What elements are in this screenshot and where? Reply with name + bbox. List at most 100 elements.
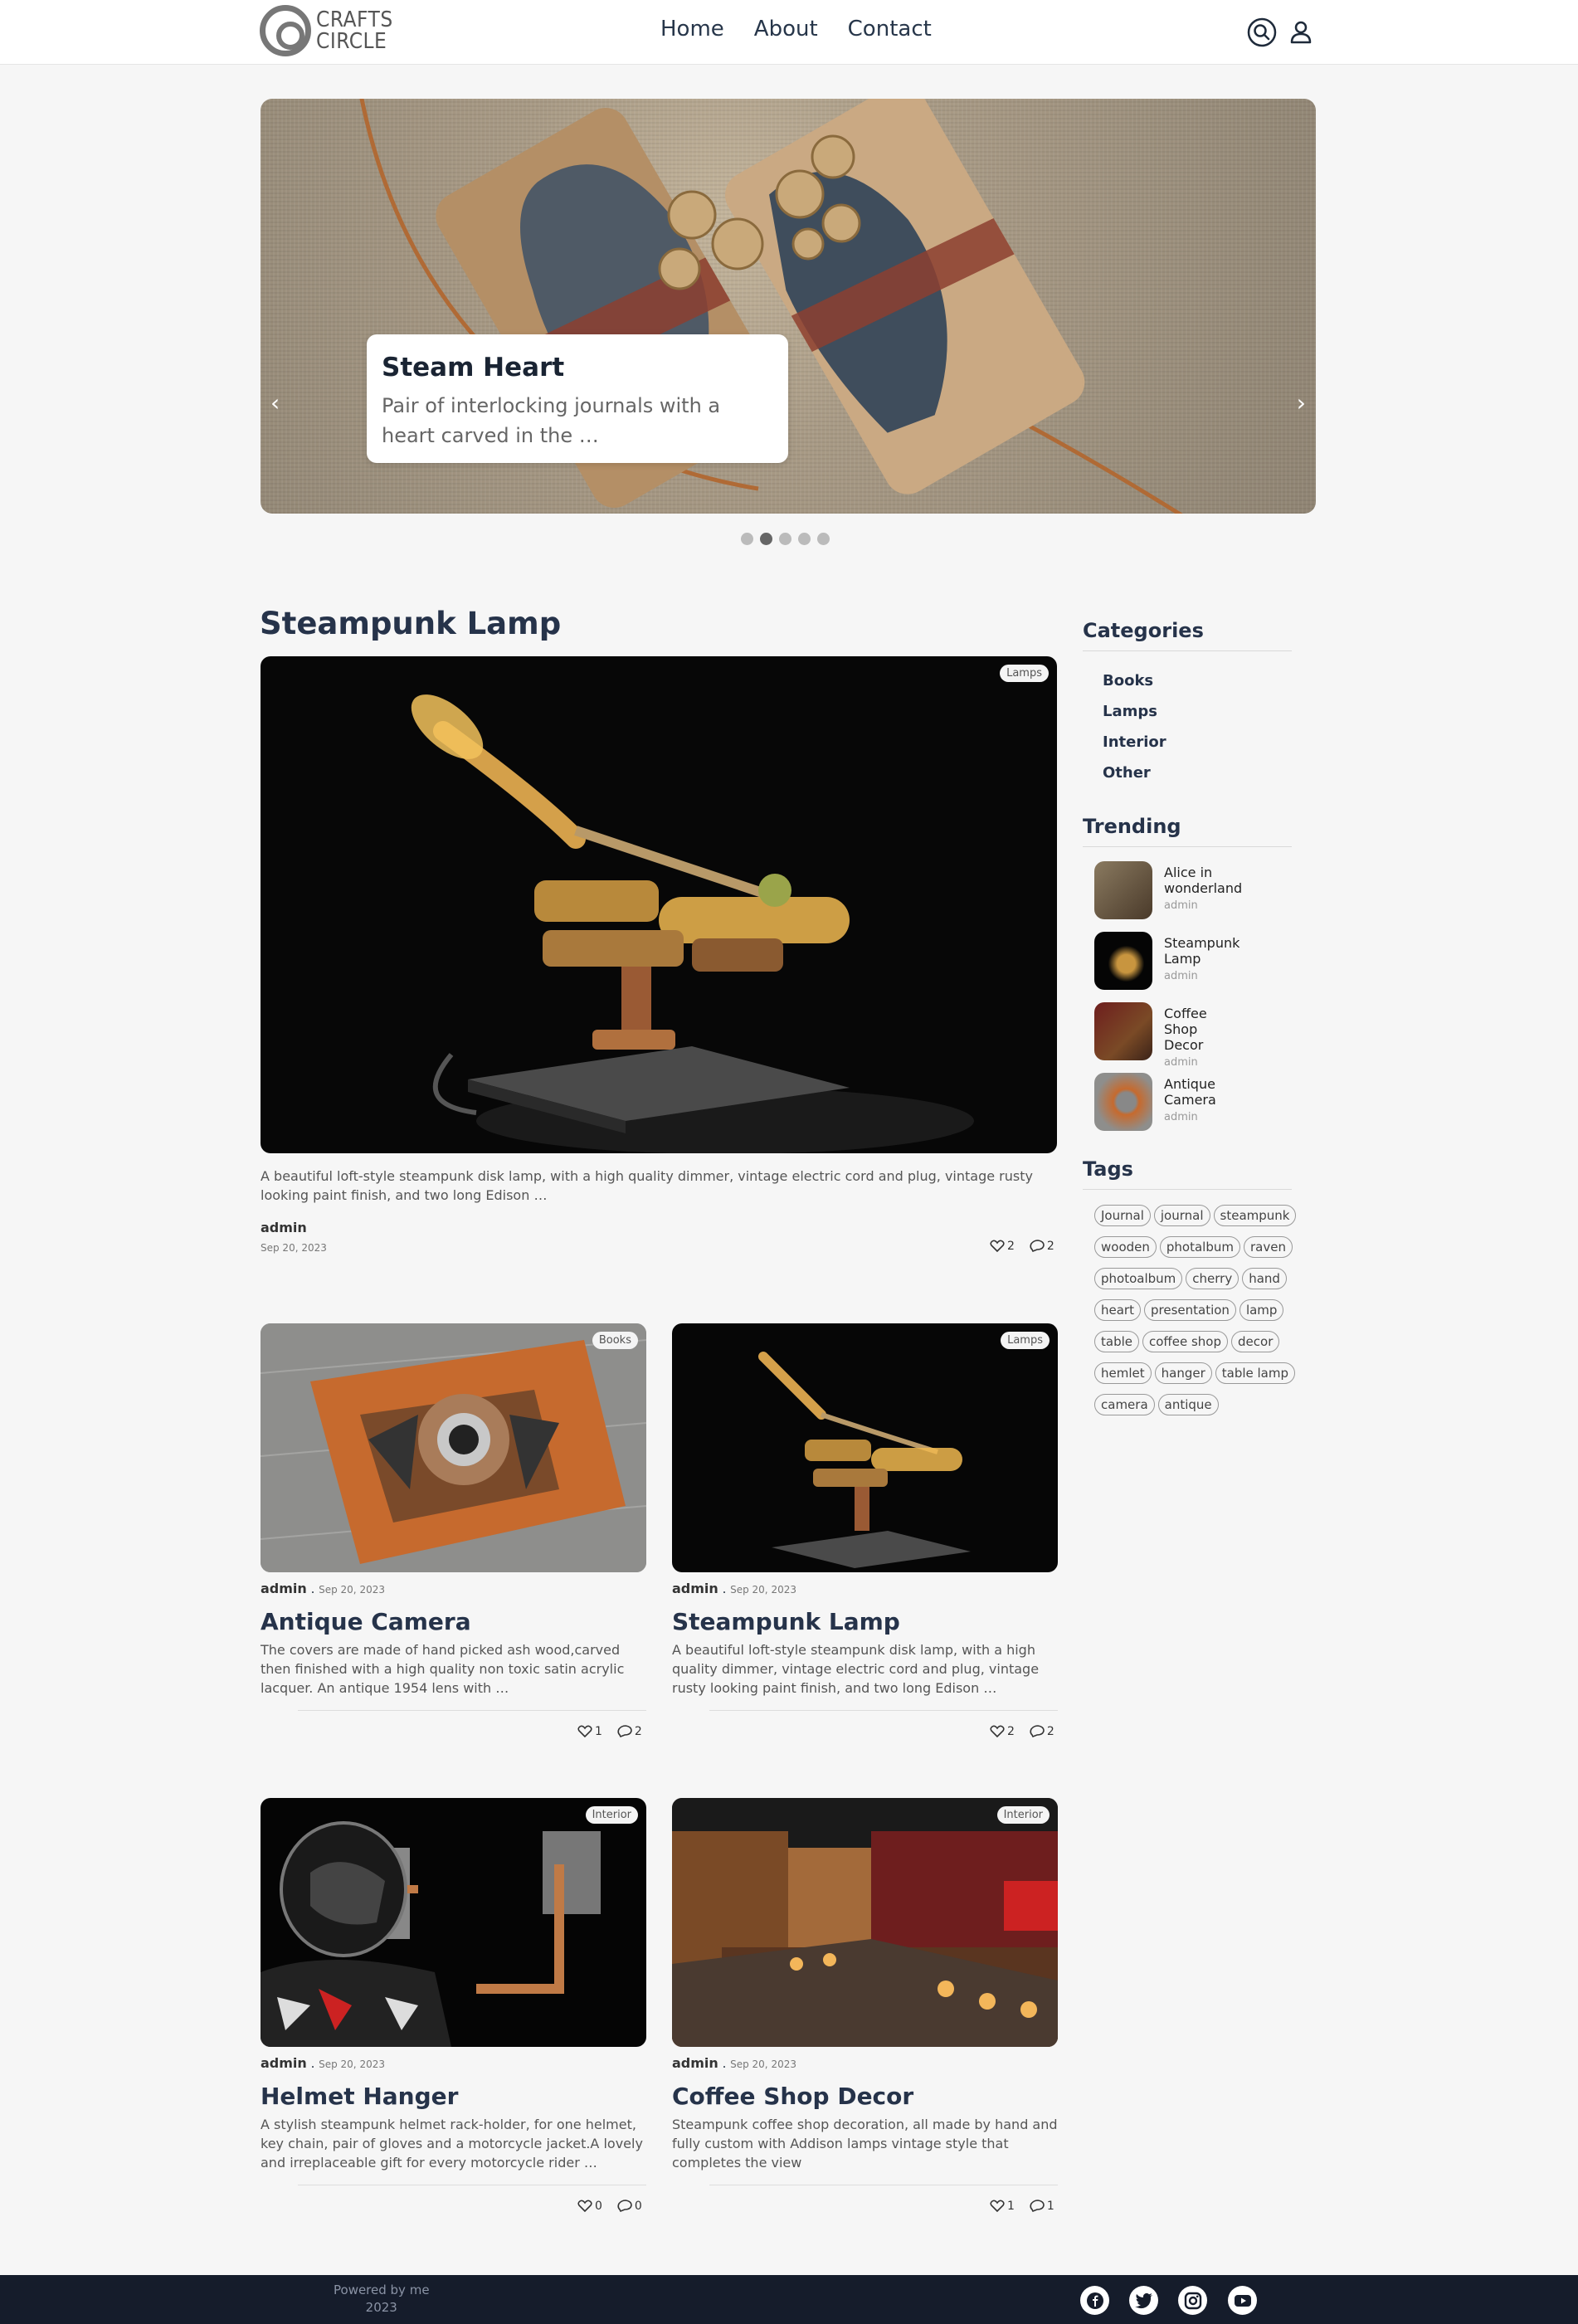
post-title[interactable]: Steampunk Lamp <box>672 1608 1058 1635</box>
post-card[interactable]: Interior admin . Sep 20, 2023 Helmet Han… <box>261 1798 646 2213</box>
trending-thumbnail[interactable] <box>1094 1073 1152 1131</box>
trending-title[interactable]: Alice in wonderland <box>1164 865 1242 896</box>
tag-chip[interactable]: coffee shop <box>1142 1331 1229 1352</box>
site-logo[interactable]: CRAFTS CIRCLE <box>260 5 393 56</box>
category-badge[interactable]: Books <box>592 1332 638 1349</box>
tag-chip[interactable]: hanger <box>1154 1362 1212 1384</box>
carousel-prev-button[interactable]: ‹ <box>270 389 280 417</box>
category-badge[interactable]: Lamps <box>1001 1332 1050 1349</box>
nav-about[interactable]: About <box>754 17 818 41</box>
category-link-interior[interactable]: Interior <box>1103 733 1166 751</box>
post-author[interactable]: admin <box>672 1581 718 1596</box>
carousel-dot[interactable] <box>779 533 791 545</box>
post-author[interactable]: admin <box>261 1581 307 1596</box>
tag-chip[interactable]: antique <box>1157 1394 1219 1415</box>
post-title[interactable]: Coffee Shop Decor <box>672 2083 1058 2110</box>
trending-title[interactable]: Steampunk Lamp <box>1164 935 1240 967</box>
carousel-dot[interactable] <box>817 533 830 545</box>
tag-chip[interactable]: heart <box>1094 1299 1141 1321</box>
carousel-dot[interactable] <box>798 533 811 545</box>
tag-chip[interactable]: wooden <box>1094 1236 1157 1258</box>
carousel-caption-title[interactable]: Steam Heart <box>382 353 773 382</box>
category-link-other[interactable]: Other <box>1103 764 1151 782</box>
like-button[interactable]: 1 <box>990 2200 1015 2213</box>
tag-chip[interactable]: lamp <box>1239 1299 1284 1321</box>
comment-button[interactable]: 2 <box>1030 1240 1054 1253</box>
post-title[interactable]: Helmet Hanger <box>261 2083 646 2110</box>
nav-contact[interactable]: Contact <box>848 17 932 41</box>
tag-chip[interactable]: raven <box>1243 1236 1293 1258</box>
trending-thumbnail[interactable] <box>1094 861 1152 919</box>
like-button[interactable]: 2 <box>990 1240 1015 1253</box>
post-thumbnail[interactable]: Lamps <box>672 1323 1058 1572</box>
tag-chip[interactable]: decor <box>1231 1331 1280 1352</box>
like-button[interactable]: 0 <box>577 2200 602 2213</box>
tag-chip[interactable]: table <box>1094 1331 1139 1352</box>
post-thumbnail[interactable]: Interior <box>261 1798 646 2047</box>
trending-item[interactable]: Steampunk Lamp admin <box>1094 932 1240 990</box>
post-card[interactable]: Interior admin . Sep 20, 2023 Coffee Sho… <box>672 1798 1058 2213</box>
tag-chip[interactable]: photoalbum <box>1094 1268 1183 1289</box>
post-meta: admin . Sep 20, 2023 <box>261 2055 385 2071</box>
tag-chip[interactable]: journal <box>1153 1205 1210 1226</box>
trending-item[interactable]: Coffee Shop Decor admin <box>1094 1002 1207 1069</box>
heart-icon <box>577 1725 592 1738</box>
category-badge[interactable]: Lamps <box>1000 665 1049 682</box>
categories-heading: Categories <box>1083 619 1292 651</box>
trending-title[interactable]: Antique Camera <box>1164 1076 1216 1108</box>
post-excerpt: Steampunk coffee shop decoration, all ma… <box>672 2117 1058 2171</box>
comment-button[interactable]: 2 <box>1030 1725 1054 1738</box>
trending-item[interactable]: Alice in wonderland admin <box>1094 861 1242 919</box>
like-button[interactable]: 2 <box>990 1725 1015 1738</box>
carousel-dot[interactable] <box>760 533 772 545</box>
post-date: Sep 20, 2023 <box>319 2058 385 2070</box>
tag-chip[interactable]: Journal <box>1094 1205 1151 1226</box>
post-author[interactable]: admin <box>672 2055 718 2071</box>
tag-chip[interactable]: presentation <box>1143 1299 1236 1321</box>
tag-chip[interactable]: table lamp <box>1215 1362 1296 1384</box>
trending-thumbnail[interactable] <box>1094 1002 1152 1060</box>
post-thumbnail[interactable]: Books <box>261 1323 646 1572</box>
tag-chip[interactable]: photalbum <box>1159 1236 1240 1258</box>
search-icon[interactable] <box>1246 17 1278 48</box>
instagram-icon[interactable] <box>1178 2286 1207 2315</box>
twitter-icon[interactable] <box>1129 2286 1158 2315</box>
tag-chip[interactable]: hemlet <box>1094 1362 1152 1384</box>
comment-icon <box>1030 2200 1045 2213</box>
featured-post-author[interactable]: admin <box>261 1220 307 1235</box>
comment-button[interactable]: 2 <box>617 1725 642 1738</box>
user-icon[interactable] <box>1288 19 1313 46</box>
carousel-caption: Steam Heart Pair of interlocking journal… <box>367 334 788 463</box>
post-thumbnail[interactable]: Interior <box>672 1798 1058 2047</box>
powered-by-text: Powered by me <box>334 2283 430 2297</box>
category-link-lamps[interactable]: Lamps <box>1103 703 1157 720</box>
featured-post-title[interactable]: Steampunk Lamp <box>260 606 561 641</box>
trending-title[interactable]: Coffee Shop Decor <box>1164 1006 1207 1053</box>
tag-chip[interactable]: cherry <box>1186 1268 1240 1289</box>
comment-button[interactable]: 0 <box>617 2200 642 2213</box>
category-badge[interactable]: Interior <box>585 1806 638 1824</box>
carousel-dot[interactable] <box>741 533 753 545</box>
post-card[interactable]: Books admin . Sep 20, 2023 Antique Camer… <box>261 1323 646 1738</box>
trending-item[interactable]: Antique Camera admin <box>1094 1073 1216 1131</box>
like-button[interactable]: 1 <box>577 1725 602 1738</box>
post-excerpt: A stylish steampunk helmet rack-holder, … <box>261 2117 643 2171</box>
post-card[interactable]: Lamps admin . Sep 20, 2023 Steampunk Lam… <box>672 1323 1058 1738</box>
nav-home[interactable]: Home <box>660 17 724 41</box>
tag-chip[interactable]: steampunk <box>1213 1205 1297 1226</box>
category-link-books[interactable]: Books <box>1103 672 1153 689</box>
hero-carousel: ‹ › Steam Heart Pair of interlocking jou… <box>261 99 1316 514</box>
tag-chip[interactable]: camera <box>1094 1394 1155 1415</box>
post-title[interactable]: Antique Camera <box>261 1608 646 1635</box>
category-badge[interactable]: Interior <box>996 1806 1050 1824</box>
post-author[interactable]: admin <box>261 2055 307 2071</box>
comment-button[interactable]: 1 <box>1030 2200 1054 2213</box>
facebook-icon[interactable] <box>1080 2286 1109 2315</box>
carousel-next-button[interactable]: › <box>1297 389 1306 417</box>
trending-thumbnail[interactable] <box>1094 932 1152 990</box>
tag-chip[interactable]: hand <box>1242 1268 1287 1289</box>
featured-post-image[interactable]: Lamps <box>261 656 1057 1153</box>
comment-icon <box>617 1725 632 1738</box>
youtube-icon[interactable] <box>1228 2286 1257 2315</box>
featured-post-excerpt: A beautiful loft-style steampunk disk la… <box>261 1168 1033 1203</box>
